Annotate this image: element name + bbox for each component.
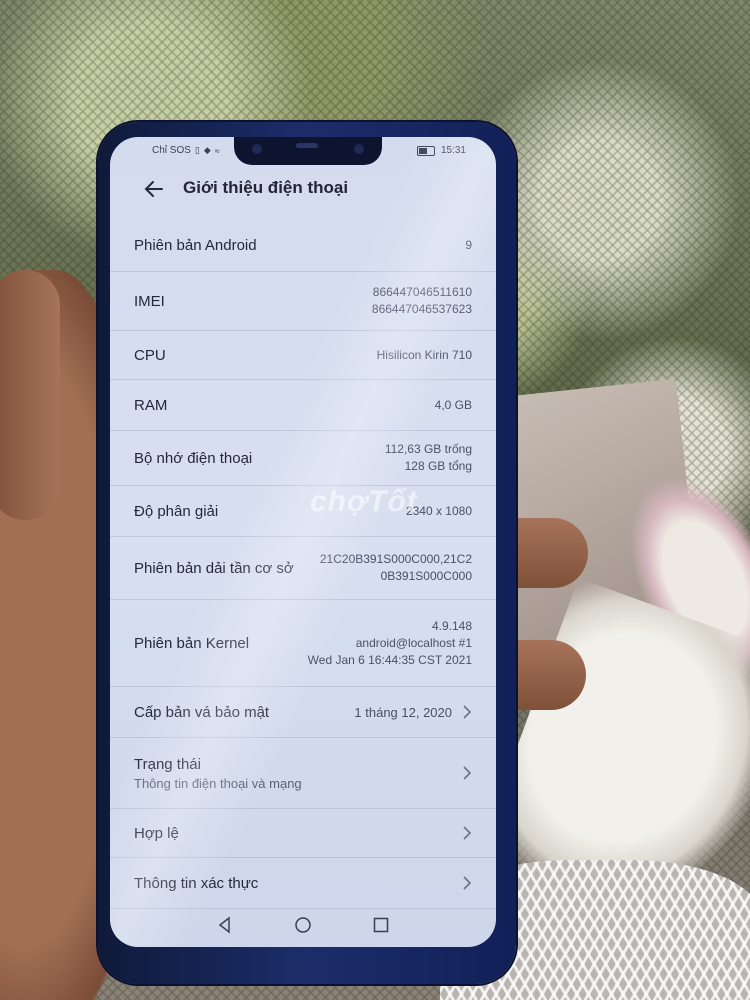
row-imei[interactable]: IMEI 866447046511610 866447046537623 (110, 272, 496, 331)
row-value: 112,63 GB trống 128 GB tổng (385, 441, 472, 475)
chevron-right-icon (463, 766, 472, 780)
row-value: Hisilicon Kirin 710 (376, 347, 472, 362)
row-right: 1 tháng 12, 2020 (354, 704, 472, 721)
carrier-text: Chỉ SOS (152, 145, 191, 156)
navigation-bar (110, 903, 496, 947)
row-security-patch[interactable]: Cấp bản vá bảo mật 1 tháng 12, 2020 (110, 687, 496, 738)
row-ram[interactable]: RAM 4,0 GB (110, 380, 496, 431)
row-certification[interactable]: Thông tin xác thực (110, 858, 496, 909)
row-android-version[interactable]: Phiên bản Android 9 (110, 219, 496, 272)
watermark-logo: chợTốt (310, 485, 418, 518)
status-bar: Chỉ SOS ▯ ◆ ≈ 15:31 (110, 137, 496, 165)
row-label: Phiên bản Android (134, 236, 257, 254)
kernel-version: 4.9.148 (431, 618, 472, 633)
home-circle-icon[interactable] (294, 916, 312, 934)
chevron-right-icon (463, 826, 472, 840)
chevron-right-icon (463, 876, 472, 890)
row-baseband[interactable]: Phiên bản dải tần cơ sở 21C20B391S000C00… (110, 537, 496, 600)
row-sublabel: Thông tin điện thoại và mạng (134, 775, 302, 791)
row-kernel[interactable]: Phiên bản Kernel 4.9.148 android@localho… (110, 600, 496, 687)
arrow-left-icon[interactable] (142, 177, 166, 201)
row-resolution[interactable]: Độ phân giải 2340 x 1080 (110, 486, 496, 537)
row-label: Cấp bản vá bảo mật (134, 703, 270, 721)
row-text: Trạng thái Thông tin điện thoại và mạng (134, 756, 302, 791)
row-value: 4,0 GB (434, 397, 472, 412)
status-left: Chỉ SOS ▯ ◆ ≈ (152, 145, 220, 156)
row-label: Phiên bản Kernel (134, 634, 250, 652)
app-header: Giới thiệu điện thoại (110, 173, 496, 207)
row-label: CPU (134, 346, 166, 364)
baseband-line-2: 0B391S000C000 (380, 569, 472, 583)
row-value: 9 (465, 237, 472, 252)
storage-free: 112,63 GB trống (384, 442, 472, 456)
row-label: Hợp lệ (134, 824, 179, 842)
row-value: 866447046511610 866447046537623 (372, 284, 472, 318)
storage-total: 128 GB tổng (404, 459, 472, 473)
imei-1: 866447046511610 (372, 285, 472, 299)
wifi-icon: ≈ (214, 145, 220, 156)
row-label: Bộ nhớ điện thoại (134, 449, 253, 467)
row-value: 4.9.148 android@localhost #1 Wed Jan 6 1… (308, 618, 472, 669)
row-label: Độ phân giải (134, 502, 219, 520)
battery-icon (416, 145, 435, 156)
row-label: Trạng thái (134, 755, 201, 773)
clock: 15:31 (440, 145, 466, 156)
row-status[interactable]: Trạng thái Thông tin điện thoại và mạng (110, 738, 496, 809)
row-regulatory[interactable]: Hợp lệ (110, 809, 496, 858)
baseband-line-1: 21C20B391S000C000,21C2 (319, 552, 472, 566)
recents-square-icon[interactable] (372, 916, 390, 934)
shield-icon: ◆ (203, 145, 211, 155)
row-label: Thông tin xác thực (134, 874, 259, 892)
row-label: Phiên bản dải tần cơ sở (134, 559, 294, 577)
row-cpu[interactable]: CPU Hisilicon Kirin 710 (110, 331, 496, 380)
row-label: IMEI (134, 292, 165, 310)
sim-icon: ▯ (194, 145, 200, 155)
row-value: 1 tháng 12, 2020 (354, 704, 452, 720)
chevron-right-icon (463, 705, 472, 719)
back-triangle-icon[interactable] (216, 916, 234, 934)
status-right: 15:31 (416, 145, 466, 156)
phone-screen: Chỉ SOS ▯ ◆ ≈ 15:31 Giới thiệu điện thoạ… (110, 137, 496, 947)
thumb (0, 270, 60, 520)
kernel-date: Wed Jan 6 16:44:35 CST 2021 (307, 652, 472, 667)
row-value: 21C20B391S000C000,21C2 0B391S000C000 (320, 551, 472, 585)
row-storage[interactable]: Bộ nhớ điện thoại 112,63 GB trống 128 GB… (110, 431, 496, 486)
kernel-host: android@localhost #1 (355, 635, 472, 650)
page-title: Giới thiệu điện thoại (183, 178, 349, 197)
settings-list: Phiên bản Android 9 IMEI 866447046511610… (110, 219, 496, 909)
row-label: RAM (134, 396, 168, 414)
imei-2: 866447046537623 (371, 302, 472, 316)
